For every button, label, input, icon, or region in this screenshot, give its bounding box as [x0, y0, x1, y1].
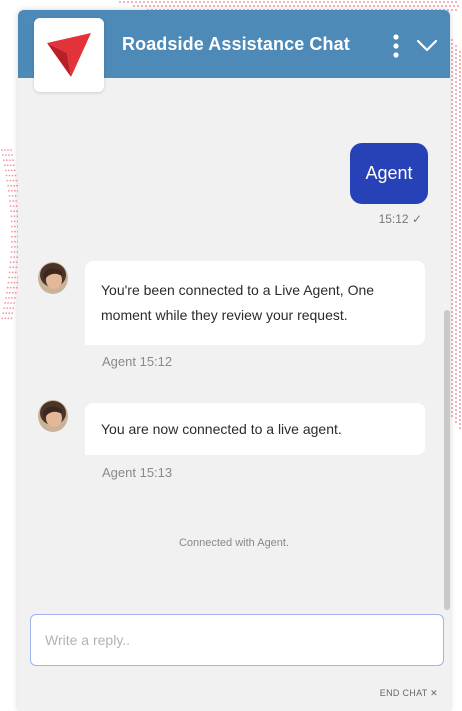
chat-widget: Roadside Assistance Chat Agent 15:12 ✓ Y…: [18, 10, 450, 711]
reply-input[interactable]: [30, 614, 444, 666]
received-message-meta: Agent 15:12: [102, 354, 173, 369]
message-list: Agent 15:12 ✓ You're been connected to a…: [18, 78, 450, 616]
chat-title: Roadside Assistance Chat: [122, 34, 350, 54]
received-message-text: You are now connected to a live agent.: [101, 420, 342, 437]
message-scrollbar[interactable]: [444, 310, 450, 610]
sent-message-time: 15:12 ✓: [378, 212, 422, 226]
sent-message-bubble: Agent: [350, 143, 428, 204]
chevron-down-icon[interactable]: [414, 35, 440, 55]
received-message-meta: Agent 15:13: [102, 465, 173, 480]
red-arrow-logo-icon: [47, 33, 91, 77]
agent-avatar: [38, 400, 68, 432]
system-message: Connected with Agent.: [178, 537, 290, 549]
sent-message-text: Agent: [365, 163, 413, 183]
agent-avatar: [38, 262, 68, 294]
end-chat-button[interactable]: END CHAT ✕: [380, 688, 438, 699]
received-message-text: You're been connected to a Live Agent, O…: [101, 282, 375, 323]
vertical-ellipsis-icon[interactable]: [386, 32, 406, 60]
received-message-bubble: You're been connected to a Live Agent, O…: [85, 261, 425, 345]
received-message-bubble: You are now connected to a live agent.: [85, 403, 425, 455]
